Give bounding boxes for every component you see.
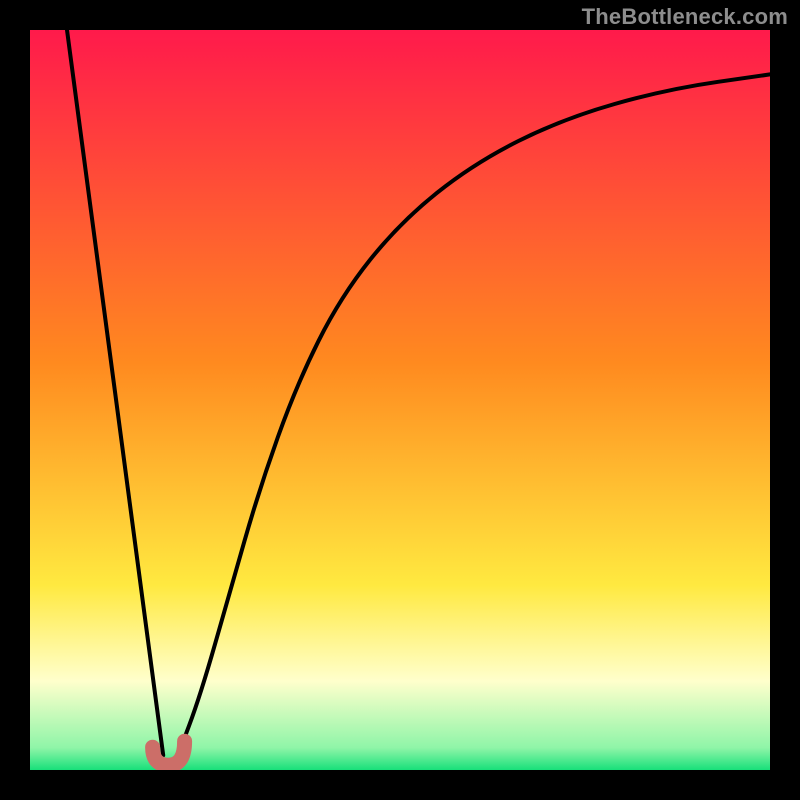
gradient-background	[30, 30, 770, 770]
chart-plot	[30, 30, 770, 770]
watermark-text: TheBottleneck.com	[582, 4, 788, 30]
chart-frame: TheBottleneck.com	[0, 0, 800, 800]
